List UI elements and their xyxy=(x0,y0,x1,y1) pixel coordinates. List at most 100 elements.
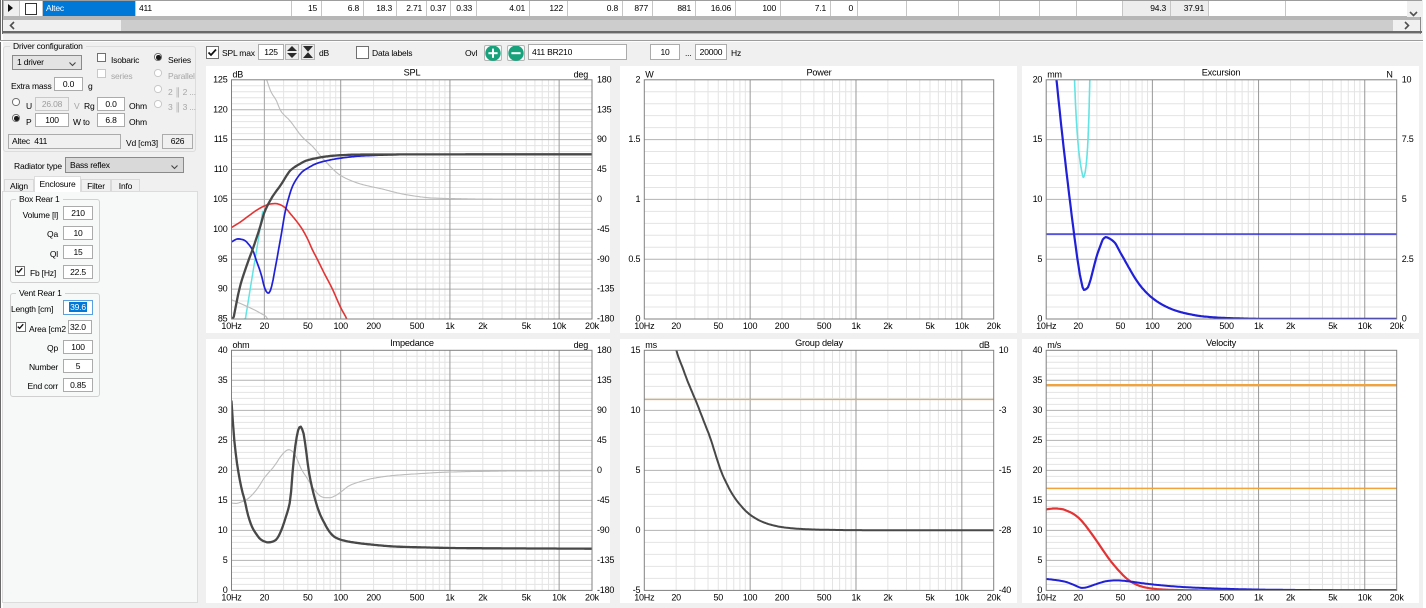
svg-text:-45: -45 xyxy=(597,495,610,505)
svg-text:-135: -135 xyxy=(597,283,614,293)
svg-text:115: 115 xyxy=(214,134,228,144)
svg-text:0: 0 xyxy=(597,465,602,475)
svg-text:200: 200 xyxy=(775,321,790,331)
svg-text:Impedance: Impedance xyxy=(390,339,434,348)
svg-text:20k: 20k xyxy=(585,321,600,331)
svg-text:500: 500 xyxy=(410,592,425,602)
svg-text:5: 5 xyxy=(1037,253,1042,263)
svg-text:35: 35 xyxy=(1032,375,1042,385)
svg-text:10: 10 xyxy=(1401,74,1411,84)
svg-text:-90: -90 xyxy=(597,253,610,263)
svg-text:10: 10 xyxy=(631,405,641,415)
svg-text:10Hz: 10Hz xyxy=(221,321,242,331)
svg-text:5: 5 xyxy=(635,465,640,475)
svg-text:deg: deg xyxy=(574,69,589,79)
svg-text:50: 50 xyxy=(1115,592,1125,602)
svg-text:50: 50 xyxy=(303,592,313,602)
svg-text:dB: dB xyxy=(233,69,244,79)
svg-text:20k: 20k xyxy=(987,592,1002,602)
svg-text:15: 15 xyxy=(1032,134,1042,144)
svg-text:10k: 10k xyxy=(1357,592,1372,602)
svg-text:10k: 10k xyxy=(1357,321,1372,331)
svg-text:2k: 2k xyxy=(478,321,488,331)
svg-text:35: 35 xyxy=(218,375,228,385)
svg-text:15: 15 xyxy=(1032,495,1042,505)
svg-text:135: 135 xyxy=(597,104,612,114)
svg-text:45: 45 xyxy=(597,164,607,174)
svg-text:100: 100 xyxy=(213,223,228,233)
svg-text:20: 20 xyxy=(260,321,270,331)
svg-text:20: 20 xyxy=(218,465,228,475)
svg-text:10k: 10k xyxy=(955,321,970,331)
svg-text:105: 105 xyxy=(213,194,228,204)
svg-text:30: 30 xyxy=(218,405,228,415)
svg-text:15: 15 xyxy=(218,495,228,505)
svg-text:500: 500 xyxy=(1219,321,1234,331)
svg-text:50: 50 xyxy=(303,321,313,331)
svg-text:7.5: 7.5 xyxy=(1401,134,1413,144)
svg-text:25: 25 xyxy=(1032,435,1042,445)
svg-text:200: 200 xyxy=(366,592,381,602)
svg-text:0.5: 0.5 xyxy=(628,253,640,263)
svg-text:10Hz: 10Hz xyxy=(221,592,242,602)
svg-text:20: 20 xyxy=(671,321,681,331)
svg-text:50: 50 xyxy=(713,592,723,602)
svg-text:20k: 20k xyxy=(585,592,600,602)
svg-text:120: 120 xyxy=(213,104,228,114)
svg-text:1.5: 1.5 xyxy=(628,134,640,144)
svg-text:500: 500 xyxy=(410,321,425,331)
svg-text:-180: -180 xyxy=(597,585,614,595)
svg-text:5k: 5k xyxy=(522,592,532,602)
svg-text:30: 30 xyxy=(1032,405,1042,415)
svg-text:1k: 1k xyxy=(851,321,861,331)
svg-text:0: 0 xyxy=(635,525,640,535)
svg-text:95: 95 xyxy=(218,253,228,263)
svg-text:-45: -45 xyxy=(597,223,610,233)
svg-text:50: 50 xyxy=(1115,321,1125,331)
svg-text:dB: dB xyxy=(979,340,990,350)
svg-text:25: 25 xyxy=(218,435,228,445)
svg-text:ms: ms xyxy=(645,340,657,350)
svg-text:deg: deg xyxy=(574,340,589,350)
svg-text:ohm: ohm xyxy=(233,340,250,350)
svg-text:50: 50 xyxy=(713,321,723,331)
svg-text:-28: -28 xyxy=(999,525,1012,535)
svg-text:1k: 1k xyxy=(445,321,455,331)
svg-text:2: 2 xyxy=(635,74,640,84)
svg-text:Excursion: Excursion xyxy=(1201,67,1240,77)
svg-text:20k: 20k xyxy=(1389,321,1404,331)
svg-text:2k: 2k xyxy=(478,592,488,602)
svg-text:10: 10 xyxy=(999,345,1009,355)
svg-text:40: 40 xyxy=(218,345,228,355)
svg-text:20: 20 xyxy=(1073,592,1083,602)
svg-text:10Hz: 10Hz xyxy=(1036,321,1057,331)
svg-text:20: 20 xyxy=(671,592,681,602)
svg-text:Velocity: Velocity xyxy=(1205,339,1236,348)
svg-text:100: 100 xyxy=(743,321,758,331)
svg-text:20k: 20k xyxy=(1389,592,1404,602)
svg-text:500: 500 xyxy=(817,321,832,331)
svg-text:-3: -3 xyxy=(999,405,1007,415)
svg-text:15: 15 xyxy=(631,345,641,355)
svg-text:2.5: 2.5 xyxy=(1401,253,1413,263)
svg-text:1k: 1k xyxy=(851,592,861,602)
svg-text:0: 0 xyxy=(597,194,602,204)
svg-text:90: 90 xyxy=(597,405,607,415)
svg-text:10k: 10k xyxy=(552,321,567,331)
svg-text:1k: 1k xyxy=(1254,321,1264,331)
svg-text:1k: 1k xyxy=(445,592,455,602)
svg-text:100: 100 xyxy=(333,321,348,331)
svg-text:N: N xyxy=(1386,69,1392,79)
svg-text:180: 180 xyxy=(597,345,612,355)
svg-text:10: 10 xyxy=(218,525,228,535)
svg-text:2k: 2k xyxy=(1285,592,1295,602)
svg-text:m/s: m/s xyxy=(1047,340,1062,350)
svg-text:5k: 5k xyxy=(522,321,532,331)
svg-text:180: 180 xyxy=(597,74,612,84)
svg-text:2k: 2k xyxy=(1285,321,1295,331)
svg-text:20: 20 xyxy=(1073,321,1083,331)
svg-text:mm: mm xyxy=(1047,69,1062,79)
svg-text:5: 5 xyxy=(1037,555,1042,565)
svg-text:100: 100 xyxy=(1145,592,1160,602)
svg-text:135: 135 xyxy=(597,375,612,385)
